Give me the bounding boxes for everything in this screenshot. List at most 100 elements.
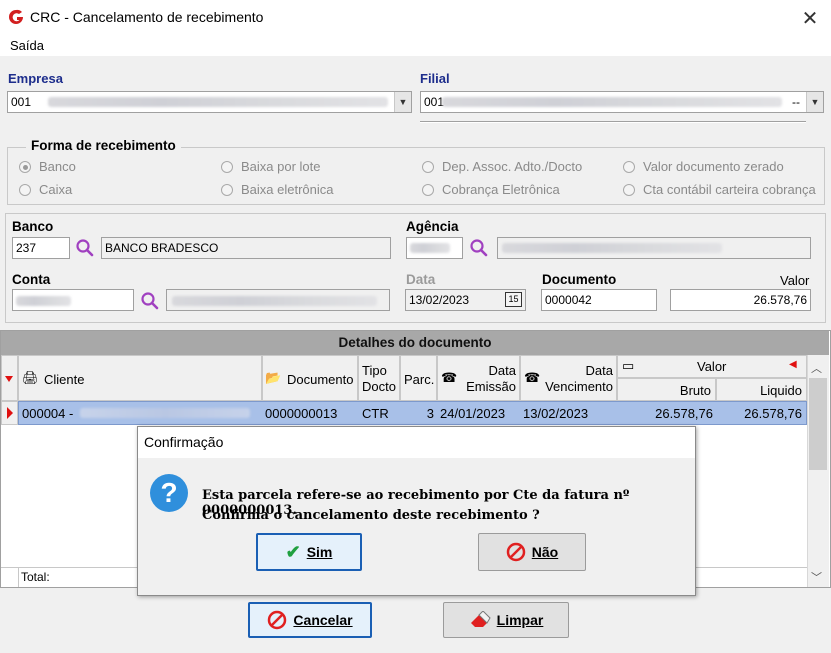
question-icon: ? [150, 474, 188, 512]
radio-banco[interactable] [19, 161, 31, 173]
col-parc[interactable]: Parc. [400, 355, 437, 401]
conta-name-redacted [172, 296, 377, 306]
col-cliente[interactable]: 🖨 Cliente [18, 355, 262, 401]
radio-dep-assoc-label: Dep. Assoc. Adto./Docto [442, 159, 583, 174]
radio-baixa-eletronica[interactable] [221, 184, 233, 196]
col-valor-group: ▭ Valor ◀ [617, 355, 807, 378]
scroll-up-icon[interactable]: ︿ [811, 360, 822, 376]
window-title: CRC - Cancelamento de recebimento [30, 9, 264, 25]
radio-cobranca-eletronica[interactable] [422, 184, 434, 196]
sim-label: Sim [306, 544, 333, 560]
banco-code-field[interactable]: 237 [12, 237, 70, 259]
col-documento-label: Documento [287, 372, 354, 387]
radio-caixa-label: Caixa [39, 182, 73, 197]
scroll-down-icon[interactable]: ﹀ [811, 569, 822, 585]
row-vencimento: 13/02/2023 [523, 406, 589, 421]
valor-label: Valor [780, 273, 810, 288]
col-tipo-label-2: Docto [362, 379, 396, 394]
col-documento[interactable]: 📂 Documento [262, 355, 358, 401]
row-liquido: 26.578,76 [744, 406, 802, 421]
col-tipo-label-1: Tipo [362, 363, 387, 378]
nao-button[interactable]: Não [478, 533, 586, 571]
banco-label: Banco [12, 219, 54, 234]
radio-baixa-lote-label: Baixa por lote [241, 159, 321, 174]
col-liquido-label: Liquido [760, 383, 802, 398]
col-data-vencimento[interactable]: ☎ Data Vencimento [520, 355, 617, 401]
dialog-title: Confirmação [138, 427, 695, 458]
filial-suffix: -- [792, 95, 800, 109]
radio-cta-contabil[interactable] [623, 184, 635, 196]
row-emissao: 24/01/2023 [440, 406, 506, 421]
cancelar-label: Cancelar [293, 612, 353, 628]
radio-cta-contabil-label: Cta contábil carteira cobrança [643, 182, 816, 197]
radio-baixa-lote[interactable] [221, 161, 233, 173]
radio-valor-zerado[interactable] [623, 161, 635, 173]
radio-dep-assoc[interactable] [422, 161, 434, 173]
col-parc-label: Parc. [404, 372, 435, 387]
app-logo-icon [6, 8, 26, 26]
scrollbar-thumb[interactable] [809, 378, 827, 470]
search-icon[interactable] [140, 291, 160, 314]
filial-name-redacted [442, 97, 782, 107]
col-tipo-docto[interactable]: Tipo Docto [358, 355, 400, 401]
conta-code-redacted [16, 296, 71, 306]
documents-icon: 📂 [265, 370, 282, 385]
row-tipo: CTR [362, 406, 389, 421]
no-entry-icon [506, 542, 526, 562]
check-icon: ✔ [285, 541, 301, 562]
radio-baixa-eletronica-label: Baixa eletrônica [241, 182, 334, 197]
col-bruto-label: Bruto [679, 383, 711, 398]
chevron-down-icon[interactable]: ▼ [394, 92, 411, 112]
card-icon: ▭ [622, 358, 635, 373]
empresa-label: Empresa [8, 71, 63, 86]
detalhes-title: Detalhes do documento [1, 331, 829, 355]
col-data-emissao[interactable]: ☎ Data Emissão [437, 355, 520, 401]
data-label: Data [406, 272, 436, 287]
filial-label: Filial [420, 71, 450, 86]
confirm-dialog: Confirmação ? Esta parcela refere-se ao … [137, 426, 696, 596]
menu-saida[interactable]: Saída [10, 38, 44, 53]
printer-icon: 🖨 [22, 370, 39, 385]
close-icon[interactable]: ✕ [797, 6, 823, 31]
agencia-label: Agência [406, 219, 459, 234]
radio-banco-label: Banco [39, 159, 76, 174]
empresa-code: 001 [11, 95, 32, 109]
menu-bar [0, 34, 831, 56]
total-label: Total: [21, 570, 50, 584]
filial-underline [420, 121, 806, 123]
col-bruto[interactable]: Bruto [617, 378, 716, 401]
search-icon[interactable] [469, 238, 489, 261]
chevron-down-icon[interactable]: ▼ [806, 92, 823, 112]
dialog-message-line2: Confirma o cancelamento deste recebiment… [202, 508, 540, 523]
col-emissao-label-1: Data [488, 363, 516, 378]
row-parc: 3 [426, 406, 434, 421]
banco-name-field: BANCO BRADESCO [101, 237, 391, 259]
nao-label: Não [531, 544, 559, 560]
dialog-body: ? Esta parcela refere-se ao recebimento … [138, 458, 695, 595]
documento-field[interactable]: 0000042 [541, 289, 657, 311]
current-row-indicator [1, 401, 18, 425]
agencia-name-redacted [502, 243, 722, 253]
radio-caixa[interactable] [19, 184, 31, 196]
radio-cobranca-eletronica-label: Cobrança Eletrônica [442, 182, 560, 197]
valor-field[interactable]: 26.578,76 [670, 289, 811, 311]
calendar-icon[interactable]: 15 [505, 292, 522, 307]
row-cliente-redacted [80, 408, 250, 418]
col-liquido[interactable]: Liquido [716, 378, 807, 401]
col-venc-label-1: Data [585, 363, 613, 378]
limpar-button[interactable]: Limpar [443, 602, 569, 638]
no-entry-icon [268, 610, 287, 630]
data-value: 13/02/2023 [409, 293, 470, 307]
sim-button[interactable]: ✔ Sim [256, 533, 362, 571]
col-venc-label-2: Vencimento [545, 379, 613, 394]
forma-title: Forma de recebimento [26, 138, 181, 153]
cancelar-button[interactable]: Cancelar [248, 602, 372, 638]
conta-label: Conta [12, 272, 51, 287]
search-icon[interactable] [75, 238, 95, 261]
agencia-code-redacted [410, 243, 450, 253]
col-valor-label: Valor [697, 359, 727, 374]
row-bruto: 26.578,76 [655, 406, 713, 421]
phone-icon: ☎ [441, 370, 458, 385]
total-divider [18, 567, 19, 587]
phone-icon: ☎ [524, 370, 541, 385]
